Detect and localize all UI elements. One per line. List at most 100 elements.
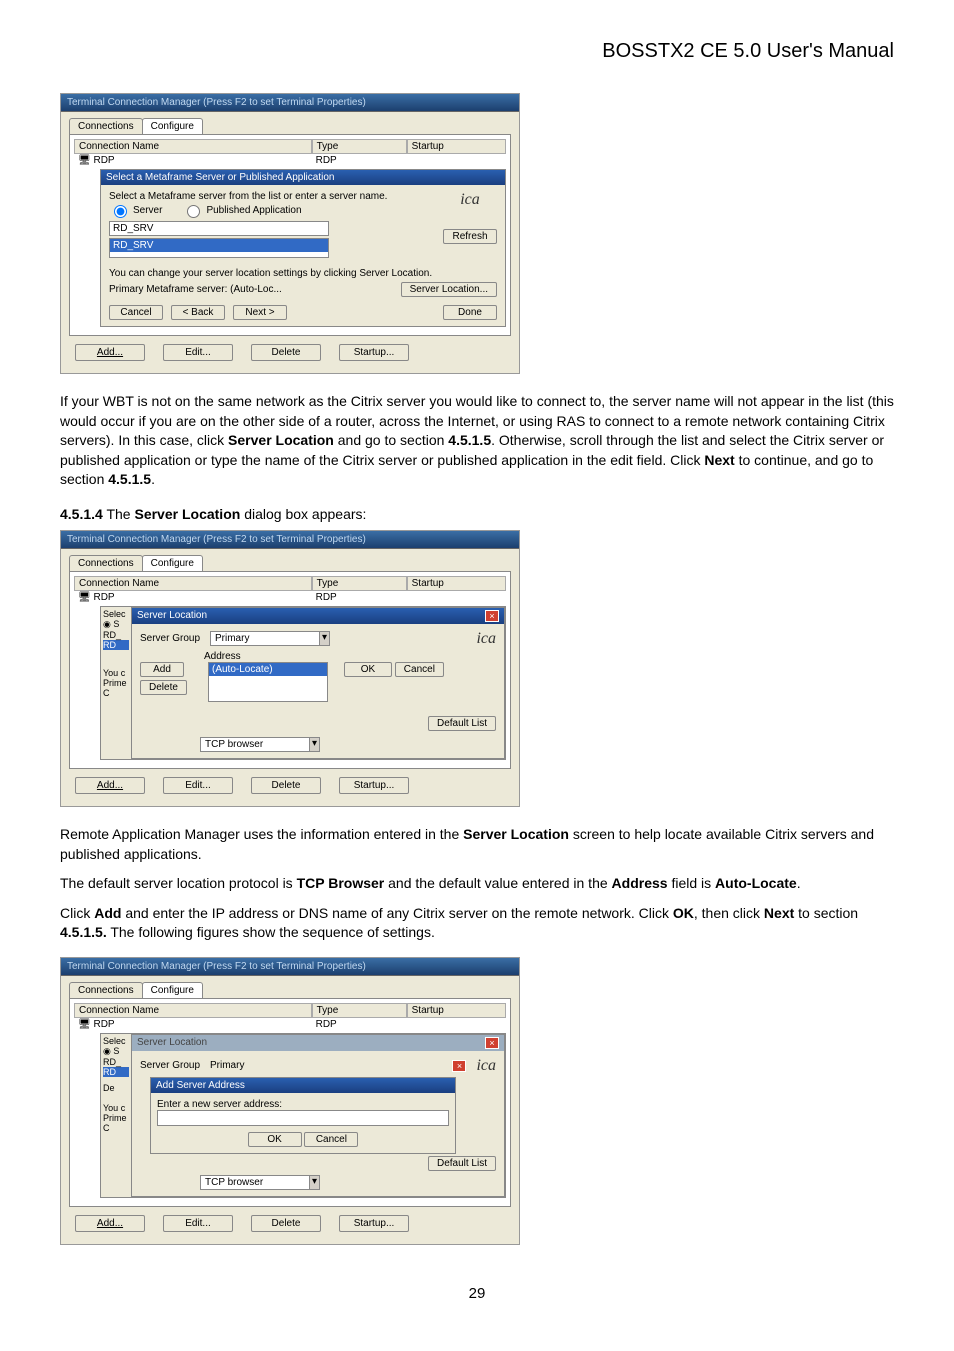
server-location-title: Server Location ×: [132, 608, 504, 624]
label-server-group: Server Group: [140, 633, 204, 644]
server-listbox[interactable]: RD_SRV: [109, 238, 329, 258]
delete-button[interactable]: Delete: [251, 1215, 321, 1232]
section-heading-4514: 4.5.1.4 The Server Location dialog box a…: [60, 506, 894, 522]
close-icon[interactable]: ×: [452, 1060, 466, 1072]
address-listbox[interactable]: (Auto-Locate): [208, 662, 328, 702]
add-button[interactable]: Add...: [75, 1215, 145, 1232]
radio-published[interactable]: Published Application: [182, 202, 301, 218]
trunc-selec: Selec: [103, 1036, 129, 1046]
cell-type: RDP: [312, 591, 407, 604]
ica-icon: ica: [443, 191, 497, 209]
server-address-input[interactable]: [157, 1110, 449, 1126]
connections-panel: Connection Name Type Startup 🖥 RDP RDP S…: [69, 998, 511, 1207]
trunc-c: C: [103, 688, 129, 698]
col-connection-name: Connection Name: [74, 576, 312, 591]
ok-button[interactable]: OK: [344, 662, 392, 677]
col-type: Type: [312, 1003, 407, 1018]
cancel-button[interactable]: Cancel: [109, 305, 163, 320]
startup-button[interactable]: Startup...: [339, 777, 409, 794]
add-button[interactable]: Add...: [75, 344, 145, 361]
dropdown-protocol[interactable]: TCP browser▾: [200, 1175, 320, 1190]
address-selected: (Auto-Locate): [209, 663, 327, 676]
label-server-group: Server Group: [140, 1060, 204, 1071]
trunc-selec: Selec: [103, 609, 129, 619]
col-connection-name: Connection Name: [74, 1003, 312, 1018]
cell-type: RDP: [312, 154, 407, 167]
server-location-button[interactable]: Server Location...: [401, 282, 497, 297]
tab-connections[interactable]: Connections: [69, 982, 143, 998]
edit-button[interactable]: Edit...: [163, 777, 233, 794]
page-header: BOSSTX2 CE 5.0 User's Manual: [60, 40, 894, 63]
tab-strip: Connections Configure: [69, 555, 511, 571]
listbox-selected: RD_SRV: [110, 239, 328, 252]
tab-connections[interactable]: Connections: [69, 118, 143, 134]
ica-icon: ica: [476, 1057, 496, 1075]
screenshot-server-location: Terminal Connection Manager (Press F2 to…: [60, 530, 520, 807]
tab-connections[interactable]: Connections: [69, 555, 143, 571]
startup-button[interactable]: Startup...: [339, 344, 409, 361]
trunc-c: C: [103, 1123, 129, 1133]
dropdown-server-group[interactable]: Primary▾: [210, 631, 330, 646]
back-button[interactable]: < Back: [171, 305, 225, 320]
trunc-radio: ◉ S: [103, 1046, 129, 1057]
close-icon[interactable]: ×: [485, 1037, 499, 1049]
cancel-button[interactable]: Cancel: [395, 662, 444, 677]
dialog-server-location: Selec ◉ S RD_ RD You c Prime C Server Lo…: [100, 606, 506, 760]
ica-icon: ica: [476, 630, 496, 648]
trunc-prime: Prime: [103, 678, 129, 688]
page-number: 29: [60, 1285, 894, 1302]
bottom-button-row: Add... Edit... Delete Startup...: [69, 769, 511, 796]
default-list-button[interactable]: Default List: [428, 716, 496, 731]
tab-configure[interactable]: Configure: [142, 982, 203, 998]
list-header: Connection Name Type Startup: [74, 1003, 506, 1018]
trunc-prime: Prime: [103, 1113, 129, 1123]
trunc-you: You c: [103, 1103, 129, 1113]
server-name-input[interactable]: RD_SRV: [109, 221, 329, 236]
tab-configure[interactable]: Configure: [142, 555, 203, 571]
trunc-selected: RD: [103, 1067, 129, 1077]
edit-button[interactable]: Edit...: [163, 344, 233, 361]
cell-startup: [407, 591, 506, 604]
default-list-button[interactable]: Default List: [428, 1156, 496, 1171]
tab-strip: Connections Configure: [69, 982, 511, 998]
edit-button[interactable]: Edit...: [163, 1215, 233, 1232]
radio-server[interactable]: Server: [109, 202, 162, 218]
window-titlebar: Terminal Connection Manager (Press F2 to…: [61, 531, 519, 549]
hint-change-location: You can change your server location sett…: [109, 268, 497, 279]
next-button[interactable]: Next >: [233, 305, 287, 320]
add-server-address-title: Add Server Address: [151, 1078, 455, 1093]
add-address-button[interactable]: Add: [140, 662, 184, 677]
chevron-down-icon: ▾: [319, 632, 329, 645]
startup-button[interactable]: Startup...: [339, 1215, 409, 1232]
trunc-you: You c: [103, 668, 129, 678]
hint-select-server: Select a Metaframe server from the list …: [109, 191, 435, 202]
cancel-button[interactable]: Cancel: [304, 1132, 358, 1147]
delete-button[interactable]: Delete: [251, 777, 321, 794]
primary-server-label: Primary Metaframe server: (Auto-Loc...: [109, 284, 282, 295]
chevron-down-icon: ▾: [309, 1176, 319, 1189]
dialog-select-metaframe: Select a Metaframe Server or Published A…: [100, 169, 506, 327]
close-icon[interactable]: ×: [485, 610, 499, 622]
refresh-button[interactable]: Refresh: [443, 229, 497, 244]
tab-configure[interactable]: Configure: [142, 118, 203, 134]
dialog-server-location-add: Selec ◉ S RD_ RD De You c Prime C Server: [100, 1033, 506, 1198]
list-row[interactable]: 🖥 RDP RDP: [74, 1018, 506, 1031]
list-row[interactable]: 🖥 RDP RDP: [74, 591, 506, 604]
delete-address-button[interactable]: Delete: [140, 680, 187, 695]
list-header: Connection Name Type Startup: [74, 139, 506, 154]
list-header: Connection Name Type Startup: [74, 576, 506, 591]
dropdown-protocol[interactable]: TCP browser▾: [200, 737, 320, 752]
window-titlebar: Terminal Connection Manager (Press F2 to…: [61, 94, 519, 112]
col-startup: Startup: [407, 1003, 506, 1018]
paragraph-3: The default server location protocol is …: [60, 874, 894, 894]
done-button[interactable]: Done: [443, 305, 497, 320]
trunc-rd: RD_: [103, 630, 129, 640]
list-row[interactable]: 🖥 RDP RDP: [74, 154, 506, 167]
delete-button[interactable]: Delete: [251, 344, 321, 361]
connections-panel: Connection Name Type Startup 🖥 RDP RDP S…: [69, 134, 511, 336]
add-button[interactable]: Add...: [75, 777, 145, 794]
col-startup: Startup: [407, 139, 506, 154]
value-server-group: Primary: [210, 1060, 244, 1071]
ok-button[interactable]: OK: [248, 1132, 302, 1147]
cell-type: RDP: [312, 1018, 407, 1031]
